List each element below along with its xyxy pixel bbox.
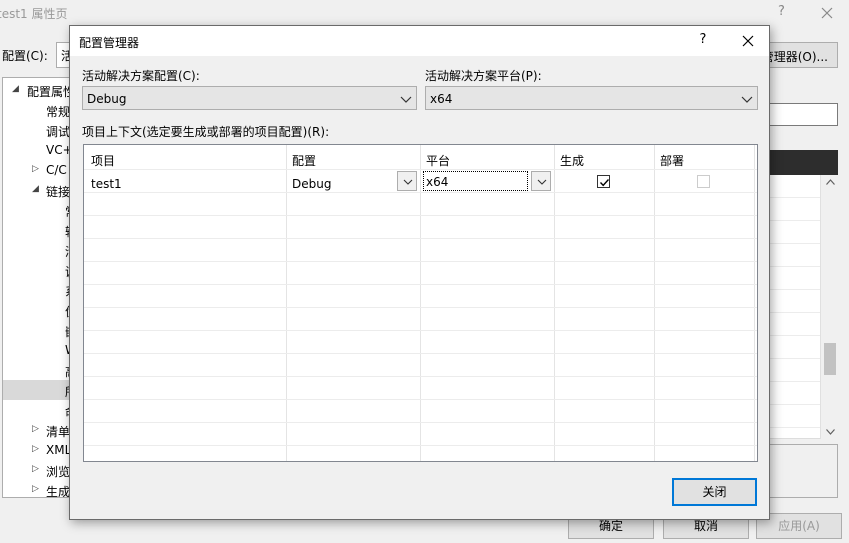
- help-button[interactable]: ?: [778, 4, 785, 19]
- expand-toggle-icon[interactable]: ◢: [32, 184, 39, 194]
- config-manager-label: 管理器(O)...: [761, 50, 828, 64]
- column-header-build[interactable]: 生成: [560, 152, 584, 169]
- tree-item-label: VC+: [46, 143, 70, 157]
- tree-item[interactable]: ▷ C/C: [3, 160, 69, 180]
- tree-item-label: 调试: [46, 125, 70, 139]
- active-platform-value: x64: [430, 92, 453, 106]
- config-label: 配置(C):: [2, 49, 48, 63]
- window-title: test1 属性页: [0, 7, 68, 21]
- close-icon[interactable]: [818, 0, 838, 26]
- ok-button-label: 确定: [598, 519, 623, 533]
- close-button-label: 关闭: [702, 485, 727, 499]
- dialog-close-icon[interactable]: [732, 26, 764, 56]
- tree-item[interactable]: 常规: [3, 100, 69, 120]
- tree-item[interactable]: W: [3, 340, 69, 360]
- tree-item[interactable]: 常: [3, 200, 69, 220]
- column-header-platform[interactable]: 平台: [426, 152, 450, 169]
- column-header-deploy[interactable]: 部署: [660, 152, 684, 169]
- project-contexts-label: 项目上下文(选定要生成或部署的项目配置)(R):: [82, 125, 330, 139]
- dialog-title: 配置管理器: [79, 36, 140, 50]
- project-name: test1: [91, 177, 122, 191]
- tree-item[interactable]: 调: [3, 260, 69, 280]
- expand-toggle-icon[interactable]: ◢: [12, 84, 19, 94]
- tree-item[interactable]: ▷ 浏览: [3, 460, 69, 480]
- dialog-help-button[interactable]: ?: [696, 32, 710, 47]
- expand-toggle-icon[interactable]: ▷: [32, 164, 39, 174]
- tree-item[interactable]: ▷ XML: [3, 440, 69, 460]
- chevron-down-icon[interactable]: [397, 171, 417, 191]
- tree-item[interactable]: ▷ 生成: [3, 480, 70, 498]
- tree-item-selected[interactable]: 所: [3, 380, 69, 400]
- expand-toggle-icon[interactable]: ▷: [32, 444, 39, 454]
- property-page-titlebar: test1 属性页 ?: [0, 0, 849, 26]
- tree-item-label: 生成: [46, 485, 70, 498]
- cancel-button-label: 取消: [693, 519, 718, 533]
- property-description-panel: [768, 444, 838, 498]
- tree-item[interactable]: ◢ 链接: [3, 180, 69, 200]
- tree-item-label: 常规: [46, 105, 70, 119]
- expand-toggle-icon[interactable]: ▷: [32, 464, 39, 474]
- tree-item[interactable]: 清: [3, 240, 69, 260]
- expand-toggle-icon[interactable]: ▷: [32, 484, 39, 494]
- tree-item[interactable]: 高: [3, 360, 69, 380]
- dialog-titlebar: 配置管理器 ?: [70, 26, 769, 56]
- tree-item[interactable]: VC+: [3, 140, 69, 160]
- column-header-configuration[interactable]: 配置: [292, 152, 316, 169]
- expand-toggle-icon[interactable]: ▷: [32, 424, 39, 434]
- close-button[interactable]: 关闭: [672, 478, 757, 506]
- config-manager-dialog: 配置管理器 ? 活动解决方案配置(C): Debug 活动解决方案平台(P): …: [69, 25, 770, 520]
- tree-item-label: 清单: [46, 425, 70, 439]
- active-config-dropdown[interactable]: Debug: [82, 86, 417, 110]
- property-search-input[interactable]: [768, 103, 838, 126]
- property-grid-header: [768, 150, 838, 175]
- tree-item-label: 浏览: [46, 465, 70, 479]
- tree-item-label: XML: [46, 443, 70, 457]
- active-config-value: Debug: [87, 92, 127, 106]
- scroll-thumb[interactable]: [824, 343, 836, 375]
- tree-item[interactable]: 输: [3, 220, 69, 240]
- tree-item[interactable]: 命: [3, 400, 69, 420]
- configuration-value[interactable]: Debug: [292, 177, 331, 191]
- chevron-down-icon: [400, 93, 412, 103]
- tree-item[interactable]: 系: [3, 280, 69, 300]
- active-platform-label: 活动解决方案平台(P):: [425, 69, 542, 83]
- tree-item-label: C/C: [46, 163, 67, 177]
- active-config-label: 活动解决方案配置(C):: [82, 69, 200, 83]
- property-grid-scrollbar[interactable]: [820, 175, 838, 439]
- scroll-down-icon[interactable]: [826, 427, 835, 438]
- build-checkbox[interactable]: [597, 175, 610, 188]
- property-tree[interactable]: ◢ 配置属性 常规 调试 VC+ ▷ C/C ◢ 链接 常 输 清 调 系 优 嵌 W…: [2, 77, 70, 498]
- property-grid[interactable]: [768, 175, 820, 439]
- tree-item[interactable]: 嵌: [3, 320, 69, 340]
- chevron-down-icon[interactable]: [531, 171, 551, 191]
- tree-item[interactable]: 调试: [3, 120, 69, 140]
- tree-item-label: 配置属性: [27, 85, 69, 99]
- tree-item[interactable]: ◢ 配置属性: [3, 80, 69, 100]
- tree-item[interactable]: ▷ 清单: [3, 420, 69, 440]
- platform-value: x64: [426, 175, 449, 189]
- apply-button-label: 应用(A): [778, 519, 820, 533]
- platform-field[interactable]: x64: [423, 171, 528, 191]
- project-contexts-grid[interactable]: 项目 配置 平台 生成 部署 test1 Debug x64: [83, 144, 758, 462]
- tree-item-label: 链接: [46, 185, 70, 199]
- scroll-up-icon[interactable]: [826, 177, 835, 188]
- tree-item[interactable]: 优: [3, 300, 69, 320]
- deploy-checkbox: [697, 175, 710, 188]
- column-header-project[interactable]: 项目: [91, 152, 115, 169]
- active-platform-dropdown[interactable]: x64: [425, 86, 758, 110]
- chevron-down-icon: [741, 93, 753, 103]
